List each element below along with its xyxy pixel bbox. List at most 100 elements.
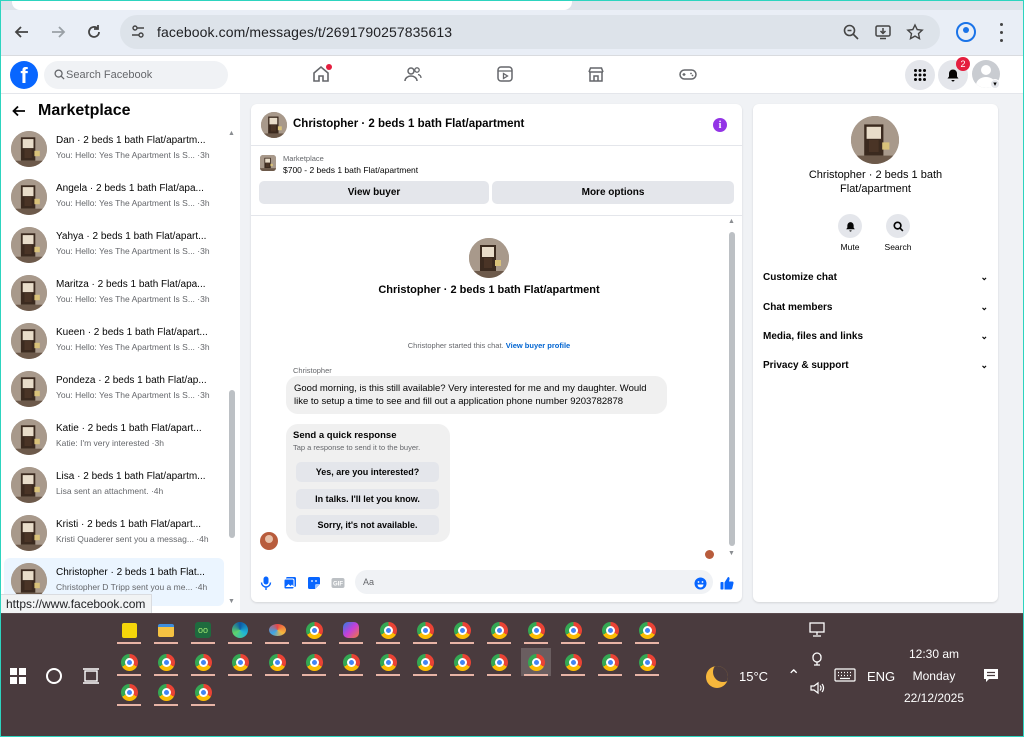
friends-icon[interactable] — [403, 64, 423, 84]
conversation-item[interactable]: Yahya · 2 beds 1 bath Flat/apart... You: … — [4, 222, 224, 270]
scroll-up-icon[interactable]: ▲ — [728, 218, 735, 225]
scroll-down-icon[interactable]: ▼ — [228, 598, 235, 605]
url-text[interactable]: facebook.com/messages/t/2691790257835613 — [157, 24, 452, 40]
webcam-icon[interactable] — [810, 652, 824, 669]
chrome-app-icon[interactable] — [595, 616, 625, 644]
chrome-app-icon[interactable] — [188, 648, 218, 676]
chat-listing-avatar[interactable] — [261, 112, 287, 138]
chrome-app-icon[interactable] — [558, 616, 588, 644]
facebook-logo-icon[interactable]: f — [10, 61, 38, 89]
input-language[interactable]: ENG — [867, 669, 895, 684]
customize-chat-section[interactable]: Customize chat ⌄ — [763, 272, 988, 292]
browser-menu-icon[interactable] — [996, 20, 1006, 44]
paint-app-icon[interactable] — [262, 616, 292, 644]
mute-action[interactable]: Mute — [828, 214, 872, 252]
microphone-icon[interactable] — [259, 576, 273, 590]
conversation-item[interactable]: Maritza · 2 beds 1 bath Flat/apa... You: … — [4, 270, 224, 318]
chat-members-section[interactable]: Chat members ⌄ — [763, 302, 988, 322]
chat-title[interactable]: Christopher · 2 beds 1 bath Flat/apartme… — [293, 118, 524, 130]
chrome-app-icon[interactable] — [521, 648, 551, 676]
chrome-app-icon[interactable] — [114, 678, 144, 706]
install-app-icon[interactable] — [874, 23, 892, 41]
app-green-app-icon[interactable]: oo — [188, 616, 218, 644]
clock-date[interactable]: 22/12/2025 — [898, 691, 970, 705]
forward-icon[interactable] — [46, 20, 70, 44]
windows-start-icon[interactable] — [10, 668, 26, 684]
message-input[interactable] — [363, 570, 683, 594]
back-arrow-icon[interactable] — [12, 104, 26, 123]
chrome-app-icon[interactable] — [225, 648, 255, 676]
scroll-down-icon[interactable]: ▼ — [728, 550, 735, 557]
chrome-app-icon[interactable] — [151, 678, 181, 706]
chrome-app-icon[interactable] — [373, 616, 403, 644]
bookmark-star-icon[interactable] — [906, 23, 924, 41]
sticky-app-icon[interactable] — [114, 616, 144, 644]
gif-icon[interactable]: GIF — [331, 576, 345, 590]
conversation-item[interactable]: Kristi · 2 beds 1 bath Flat/apart... Kris… — [4, 510, 224, 558]
gaming-icon[interactable] — [678, 64, 698, 84]
conversation-item[interactable]: Dan · 2 beds 1 bath Flat/apartm... You: H… — [4, 126, 224, 174]
back-icon[interactable] — [10, 20, 34, 44]
site-settings-icon[interactable] — [130, 24, 146, 40]
chrome-app-icon[interactable] — [447, 648, 477, 676]
weather-moon-icon[interactable] — [706, 666, 728, 688]
scrollbar-thumb[interactable] — [729, 232, 735, 546]
marketplace-icon[interactable] — [586, 64, 606, 84]
more-options-button[interactable]: More options — [492, 181, 734, 204]
chrome-app-icon[interactable] — [484, 648, 514, 676]
view-buyer-button[interactable]: View buyer — [259, 181, 489, 204]
clock-time[interactable]: 12:30 am — [904, 647, 964, 661]
chrome-app-icon[interactable] — [632, 648, 662, 676]
quick-response-button[interactable]: In talks. I'll let you know. — [296, 489, 439, 509]
conversation-item[interactable]: Pondeza · 2 beds 1 bath Flat/ap... You: H… — [4, 366, 224, 414]
scroll-up-icon[interactable]: ▲ — [228, 130, 235, 137]
search-icon[interactable] — [886, 214, 910, 238]
quick-response-button[interactable]: Sorry, it's not available. — [296, 515, 439, 535]
action-center-icon[interactable] — [983, 668, 999, 687]
scrollbar-thumb[interactable] — [229, 390, 235, 538]
chrome-app-icon[interactable] — [447, 616, 477, 644]
copilot-app-icon[interactable] — [336, 616, 366, 644]
clock-day[interactable]: Monday — [904, 669, 964, 683]
edge-app-icon[interactable] — [225, 616, 255, 644]
chrome-app-icon[interactable] — [299, 616, 329, 644]
zoom-icon[interactable] — [842, 23, 860, 41]
emoji-icon[interactable] — [693, 576, 707, 590]
chrome-app-icon[interactable] — [336, 648, 366, 676]
facebook-search[interactable] — [44, 61, 228, 89]
chrome-app-icon[interactable] — [410, 616, 440, 644]
conversation-item[interactable]: Katie · 2 beds 1 bath Flat/apart... Katie… — [4, 414, 224, 462]
privacy-support-section[interactable]: Privacy & support ⌄ — [763, 360, 988, 380]
task-view-icon[interactable] — [82, 667, 100, 685]
chrome-app-icon[interactable] — [558, 648, 588, 676]
address-bar[interactable]: facebook.com/messages/t/2691790257835613 — [120, 15, 940, 49]
network-icon[interactable] — [808, 622, 826, 641]
sticker-icon[interactable] — [307, 576, 321, 590]
chrome-app-icon[interactable] — [410, 648, 440, 676]
search-circle-icon[interactable] — [46, 668, 62, 684]
message-input-box[interactable] — [355, 570, 713, 594]
browser-profile-icon[interactable] — [956, 22, 976, 42]
conversation-item[interactable]: Lisa · 2 beds 1 bath Flat/apartm... Lisa … — [4, 462, 224, 510]
photo-icon[interactable] — [283, 576, 297, 590]
show-hidden-icons-chevron-icon[interactable]: ⌃ — [787, 666, 800, 686]
chrome-app-icon[interactable] — [632, 616, 662, 644]
chrome-app-icon[interactable] — [595, 648, 625, 676]
thumbs-up-icon[interactable] — [720, 576, 734, 590]
sender-avatar[interactable] — [260, 532, 278, 550]
view-buyer-profile-link[interactable]: View buyer profile — [506, 341, 570, 350]
chrome-app-icon[interactable] — [151, 648, 181, 676]
temperature[interactable]: 15°C — [739, 669, 768, 684]
chrome-app-icon[interactable] — [521, 616, 551, 644]
listing-price-title[interactable]: $700 - 2 beds 1 bath Flat/apartment — [283, 165, 418, 175]
media-files-links-section[interactable]: Media, files and links ⌄ — [763, 331, 988, 351]
chrome-app-icon[interactable] — [299, 648, 329, 676]
menu-grid-icon[interactable] — [905, 60, 935, 90]
volume-icon[interactable] — [809, 681, 825, 698]
chrome-app-icon[interactable] — [114, 648, 144, 676]
keyboard-icon[interactable] — [834, 668, 856, 685]
chat-scrollbar[interactable]: ▲ ▼ — [727, 216, 737, 564]
conversation-item[interactable]: Angela · 2 beds 1 bath Flat/apa... You: H… — [4, 174, 224, 222]
active-tab[interactable] — [12, 0, 572, 10]
bell-icon[interactable] — [838, 214, 862, 238]
